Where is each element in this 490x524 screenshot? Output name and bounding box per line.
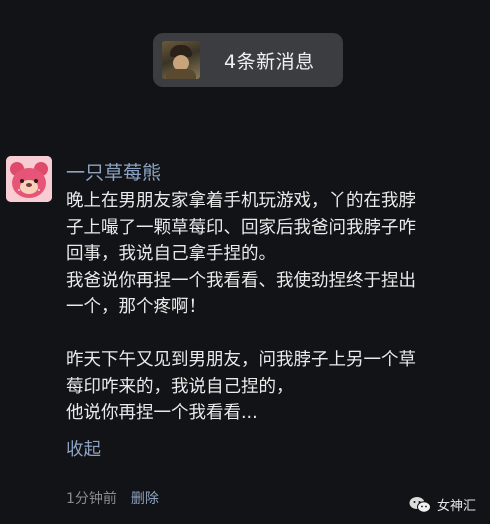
post-line: 莓印咋来的，我说自己捏的，	[66, 376, 294, 397]
strawberry-bear-icon[interactable]	[6, 156, 52, 202]
post-timestamp: 1分钟前	[66, 491, 117, 507]
user-photo-icon	[162, 41, 200, 79]
new-messages-label: 4条新消息	[224, 50, 315, 73]
post-content: 晚上在男朋友家拿着手机玩游戏，丫的在我脖 子上嘬了一颗草莓印、回家后我爸问我脖子…	[66, 188, 484, 427]
collapse-link[interactable]: 收起	[66, 436, 101, 461]
post-line: 子上嘬了一颗草莓印、回家后我爸问我脖子咋	[66, 217, 416, 238]
post-line: 回事，我说自己拿手捏的。	[66, 244, 276, 264]
watermark-text: 女神汇	[436, 499, 476, 514]
new-messages-notification[interactable]: 4条新消息	[153, 33, 343, 87]
post-line: 我爸说你再捏一个我看看、我使劲捏终于捏出	[66, 270, 416, 291]
post-line: 他说你再捏一个我看看...	[66, 403, 258, 423]
post-author-name[interactable]: 一只草莓熊	[66, 158, 161, 185]
delete-link[interactable]: 删除	[131, 488, 159, 508]
wechat-icon	[409, 496, 431, 513]
watermark: 女神汇	[409, 495, 476, 514]
post-line-blank	[66, 321, 484, 348]
post-line: 昨天下午又见到男朋友，问我脖子上另一个草	[66, 350, 416, 370]
post-line: 晚上在男朋友家拿着手机玩游戏，丫的在我脖	[66, 191, 416, 211]
post-meta: 1分钟前 删除	[66, 488, 159, 508]
post-line: 一个，那个疼啊！	[66, 297, 206, 317]
